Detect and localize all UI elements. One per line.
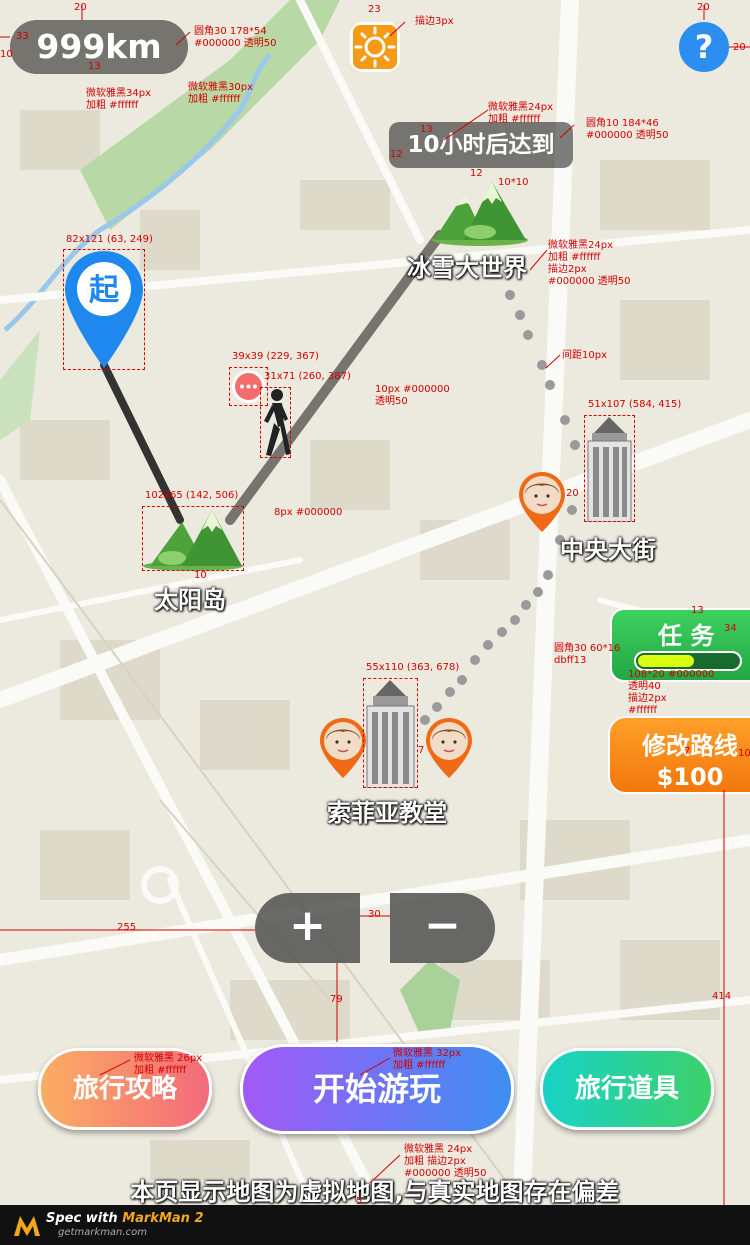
avatar-pin-icon [426, 718, 472, 778]
change-route-label: 修改路线 [642, 732, 738, 760]
travel-props-button[interactable]: 旅行道具 [540, 1048, 714, 1130]
spec-10-island: 10 [194, 570, 207, 581]
spec-23: 23 [368, 4, 381, 15]
change-route-price: $100 [656, 763, 724, 791]
task-label: 任 务 [658, 622, 715, 650]
sun-icon [350, 22, 400, 72]
zoom-out-button[interactable]: − [390, 893, 495, 963]
start-play-button[interactable]: 开始游玩 [240, 1044, 514, 1134]
spec-walker: 31x71 (260, 387) [264, 371, 351, 382]
spec-task-fill: 圆角30 60*16 dbff13 [554, 643, 621, 666]
spec-building2: 55x110 (363, 678) [366, 662, 460, 673]
place-label-sun-island: 太阳岛 [154, 586, 226, 614]
footer-brand: Spec with MarkMan 2 [46, 1211, 204, 1226]
spec-task-bar: 108*20 #000000 透明40 描边2px #ffffff [628, 669, 715, 716]
map-disclaimer: 本页显示地图为虚拟地图,与真实地图存在偏差 [130, 1178, 620, 1206]
markman-footer: Spec with MarkMan 2 getmarkman.com [0, 1205, 750, 1245]
footer-brand-name: MarkMan 2 [122, 1211, 204, 1226]
avatar-pin-icon [519, 472, 565, 532]
task-progress-bar [634, 651, 742, 671]
spec-13-title: 13 [88, 61, 101, 72]
spec-title-font2: 微软雅黑30px 加粗 #ffffff [188, 82, 253, 105]
spec-7-task: 7 [684, 746, 691, 757]
travel-props-label: 旅行道具 [574, 1074, 679, 1104]
spec-20-edge: 20 [733, 42, 746, 53]
spec-disc-font: 微软雅黑 24px 加粗 描边2px #000000 透明50 [404, 1144, 487, 1179]
friend-pin-church-right[interactable] [424, 716, 474, 780]
friend-pin-central[interactable] [517, 470, 567, 534]
spec-30: 30 [368, 909, 381, 920]
spec-79: 79 [330, 994, 343, 1005]
plus-icon: + [289, 900, 326, 951]
spec-box-walker [260, 387, 291, 458]
spec-line-10: 10px #000000 透明50 [375, 384, 450, 407]
spec-13-eta: 13 [420, 124, 433, 135]
avatar-pin-icon [320, 718, 366, 778]
place-label-central-street: 中央大街 [560, 536, 656, 564]
spec-line-8: 8px #000000 [274, 507, 343, 518]
change-route-button[interactable]: 修改路线 $100 [608, 716, 750, 794]
spec-10-route: 10 [738, 748, 750, 759]
spec-34-task: 34 [724, 623, 737, 634]
spec-guide-font: 微软雅黑 26px 加粗 #ffffff [134, 1053, 203, 1076]
spec-eta-box: 圆角10 184*46 #000000 透明50 [586, 118, 669, 141]
spec-gap: 间距10px [562, 350, 607, 361]
spec-sun-border: 描边3px [415, 16, 454, 27]
markman-logo-icon [14, 1216, 40, 1236]
spec-13-task: 13 [691, 605, 704, 616]
spec-title-font: 微软雅黑34px 加粗 #ffffff [86, 88, 151, 111]
zoom-in-button[interactable]: + [255, 893, 360, 963]
spec-island: 102x65 (142, 506) [145, 490, 239, 501]
spec-box-building2 [363, 678, 418, 788]
spec-start-font: 微软雅黑 32px 加粗 #ffffff [393, 1048, 462, 1071]
travel-guide-label: 旅行攻略 [72, 1074, 177, 1104]
spec-12-below: 12 [470, 168, 483, 179]
spec-title-box: 圆角30 178*54 #000000 透明50 [194, 26, 277, 49]
spec-20-right: 20 [697, 2, 710, 13]
spec-10x10: 10*10 [498, 177, 529, 188]
minus-icon: − [424, 900, 461, 951]
start-play-label: 开始游玩 [312, 1070, 441, 1108]
spec-10-left: 10 [0, 49, 13, 60]
spec-20-top: 20 [74, 2, 87, 13]
spec-building1: 51x107 (584, 415) [588, 399, 682, 410]
weather-button[interactable] [350, 22, 400, 72]
footer-site: getmarkman.com [58, 1227, 147, 1238]
help-icon: ? [694, 28, 714, 66]
place-label-ice-world: 冰雪大世界 [407, 254, 527, 282]
spec-33: 33 [16, 31, 29, 42]
help-button[interactable]: ? [679, 22, 729, 72]
spec-box-building1 [584, 415, 635, 522]
spec-20-avatar: 20 [566, 488, 579, 499]
spec-414: 414 [712, 991, 732, 1002]
spec-7-church: 7 [418, 745, 425, 756]
spec-pin-size: 82x121 (63, 249) [66, 234, 153, 245]
spec-255: 255 [117, 922, 137, 933]
place-label-sophia-church: 索菲亚教堂 [327, 799, 447, 827]
spec-12-eta: 12 [390, 149, 403, 160]
footer-brand-prefix: Spec with [46, 1211, 123, 1226]
spec-box-island [142, 506, 244, 571]
spec-place-font: 微软雅黑24px 加粗 #ffffff 描边2px #000000 透明50 [548, 240, 631, 287]
friend-pin-church-left[interactable] [318, 716, 368, 780]
spec-eta-font: 微软雅黑24px 加粗 #ffffff [488, 102, 553, 125]
spec-box-start-pin [63, 249, 145, 370]
task-progress-fill [638, 655, 694, 667]
eta-badge: 10小时后达到 [389, 122, 573, 168]
spec-walker-box: 39x39 (229, 367) [232, 351, 319, 362]
